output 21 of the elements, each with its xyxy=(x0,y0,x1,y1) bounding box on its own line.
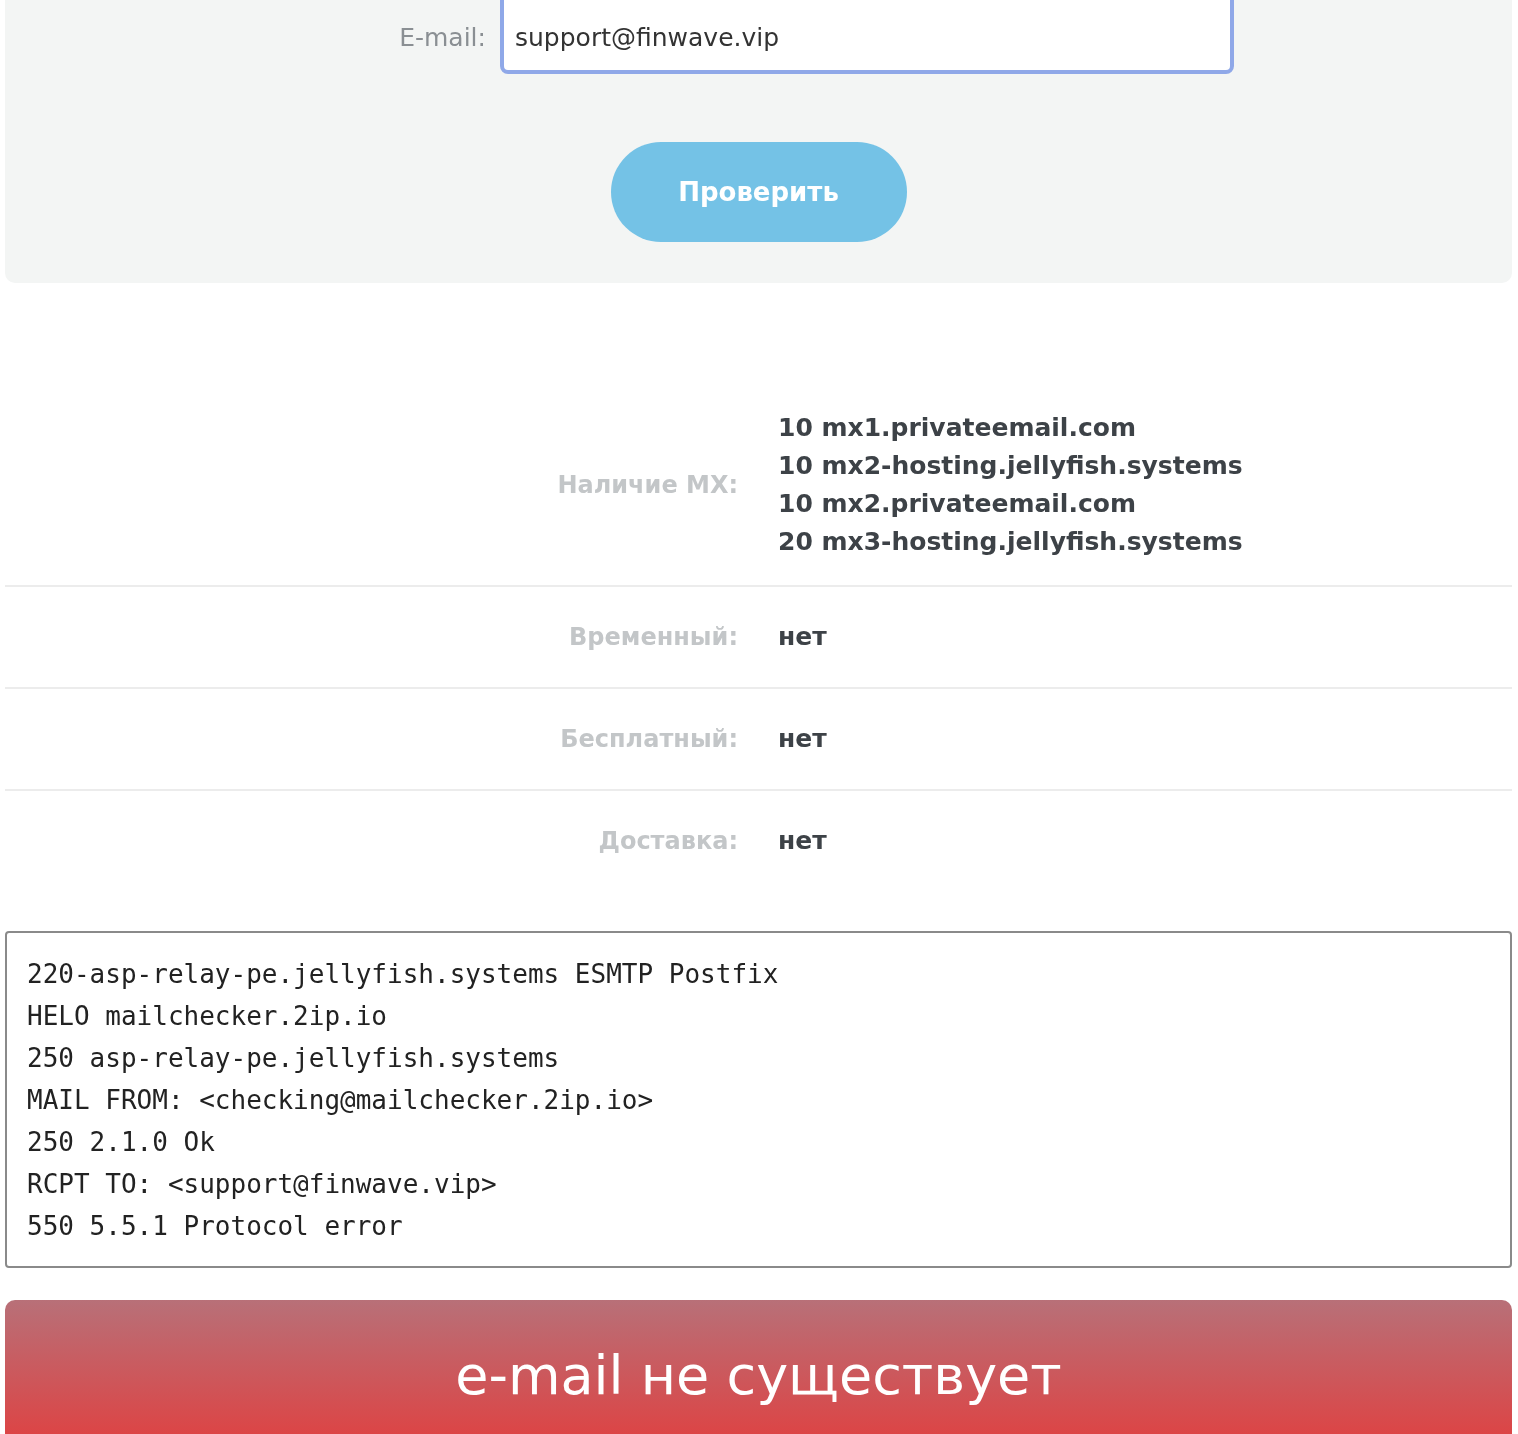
log-line: 250 asp-relay-pe.jellyfish.systems xyxy=(27,1042,561,1075)
result-label: Бесплатный: xyxy=(559,725,738,753)
result-value: 10 mx1.privateemail.com xyxy=(778,412,1137,444)
result-label: Наличие MX: xyxy=(556,471,738,499)
result-label: Временный: xyxy=(568,623,738,651)
email-label: E-mail: xyxy=(398,21,487,52)
log-line: 250 2.1.0 Ok xyxy=(27,1126,216,1159)
log-line: 220-asp-relay-pe.jellyfish.systems ESMTP Postfix xyxy=(27,958,780,991)
result-value: нет xyxy=(778,723,827,755)
result-value: нет xyxy=(778,825,827,857)
result-value: нет xyxy=(778,621,827,653)
result-label: Доставка: xyxy=(597,827,738,855)
result-value: 20 mx3-hosting.jellyfish.systems xyxy=(778,526,1243,558)
log-line: MAIL FROM: <checking@mailchecker.2ip.io> xyxy=(27,1084,655,1117)
log-line: RCPT TO: <support@finwave.vip> xyxy=(27,1168,498,1201)
email-input[interactable]: support@finwave.vip xyxy=(500,0,1234,74)
log-line: HELO mailchecker.2ip.io xyxy=(27,1000,389,1033)
log-line: 550 5.5.1 Protocol error xyxy=(27,1210,404,1243)
result-banner: e-mail не существует xyxy=(5,1300,1512,1434)
result-value: 10 mx2-hosting.jellyfish.systems xyxy=(778,450,1243,482)
result-value: 10 mx2.privateemail.com xyxy=(778,488,1137,520)
